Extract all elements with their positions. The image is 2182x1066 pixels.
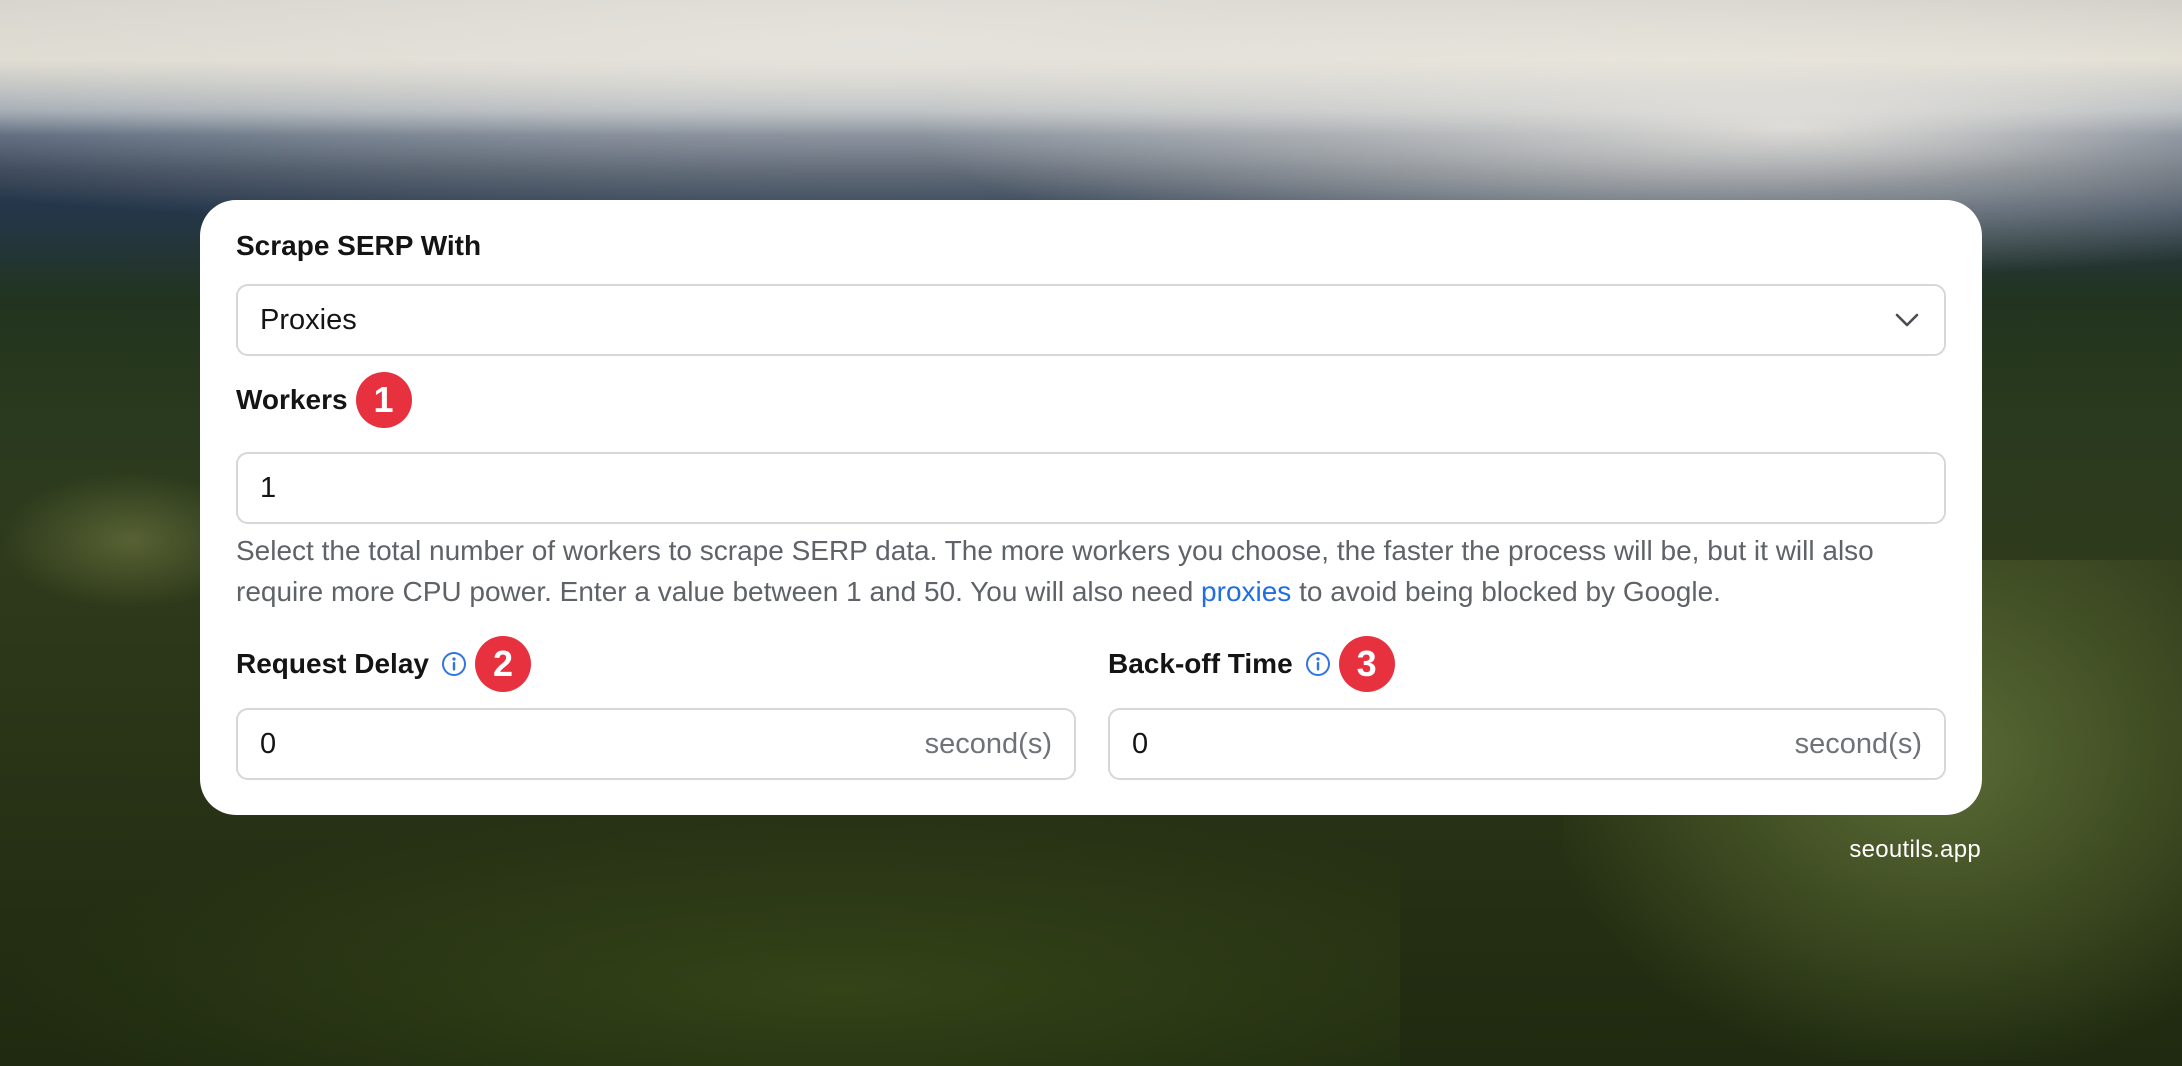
request-delay-label-text: Request Delay [236, 648, 429, 679]
backoff-time-input[interactable]: 0 second(s) [1108, 708, 1946, 780]
workers-input-value: 1 [260, 471, 277, 504]
scrape-method-select[interactable]: Proxies [236, 284, 1946, 356]
backoff-time-label: Back-off Time 3 [1108, 636, 1395, 692]
help-text-after: to avoid being blocked by Google. [1291, 576, 1721, 607]
info-icon[interactable] [441, 651, 467, 677]
request-delay-input[interactable]: 0 second(s) [236, 708, 1076, 780]
step-badge-2: 2 [474, 636, 531, 692]
workers-input[interactable]: 1 [236, 452, 1946, 524]
info-icon[interactable] [1305, 651, 1331, 677]
backoff-time-value: 0 [1132, 727, 1149, 760]
request-delay-label: Request Delay 2 [236, 636, 531, 692]
background-trees [0, 806, 1400, 1066]
step-badge-1: 1 [355, 372, 412, 428]
scrape-method-selected-value: Proxies [260, 303, 357, 336]
proxies-link[interactable]: proxies [1201, 576, 1291, 607]
request-delay-value: 0 [260, 727, 277, 760]
backoff-time-unit: second(s) [1794, 727, 1922, 760]
request-delay-unit: second(s) [924, 727, 1052, 760]
scrape-method-label-text: Scrape SERP With [236, 230, 482, 261]
backoff-time-label-text: Back-off Time [1108, 648, 1293, 679]
workers-help-text: Select the total number of workers to sc… [236, 530, 1956, 612]
scrape-method-label: Scrape SERP With [236, 228, 481, 264]
workers-label: Workers 1 [236, 372, 412, 428]
workers-label-text: Workers [236, 384, 348, 415]
chevron-down-icon [1892, 305, 1922, 335]
step-badge-3: 3 [1338, 636, 1395, 692]
scrape-settings-card: Scrape SERP With Proxies Workers 1 1 Sel… [200, 200, 1982, 815]
watermark: seoutils.app [1849, 836, 1981, 863]
